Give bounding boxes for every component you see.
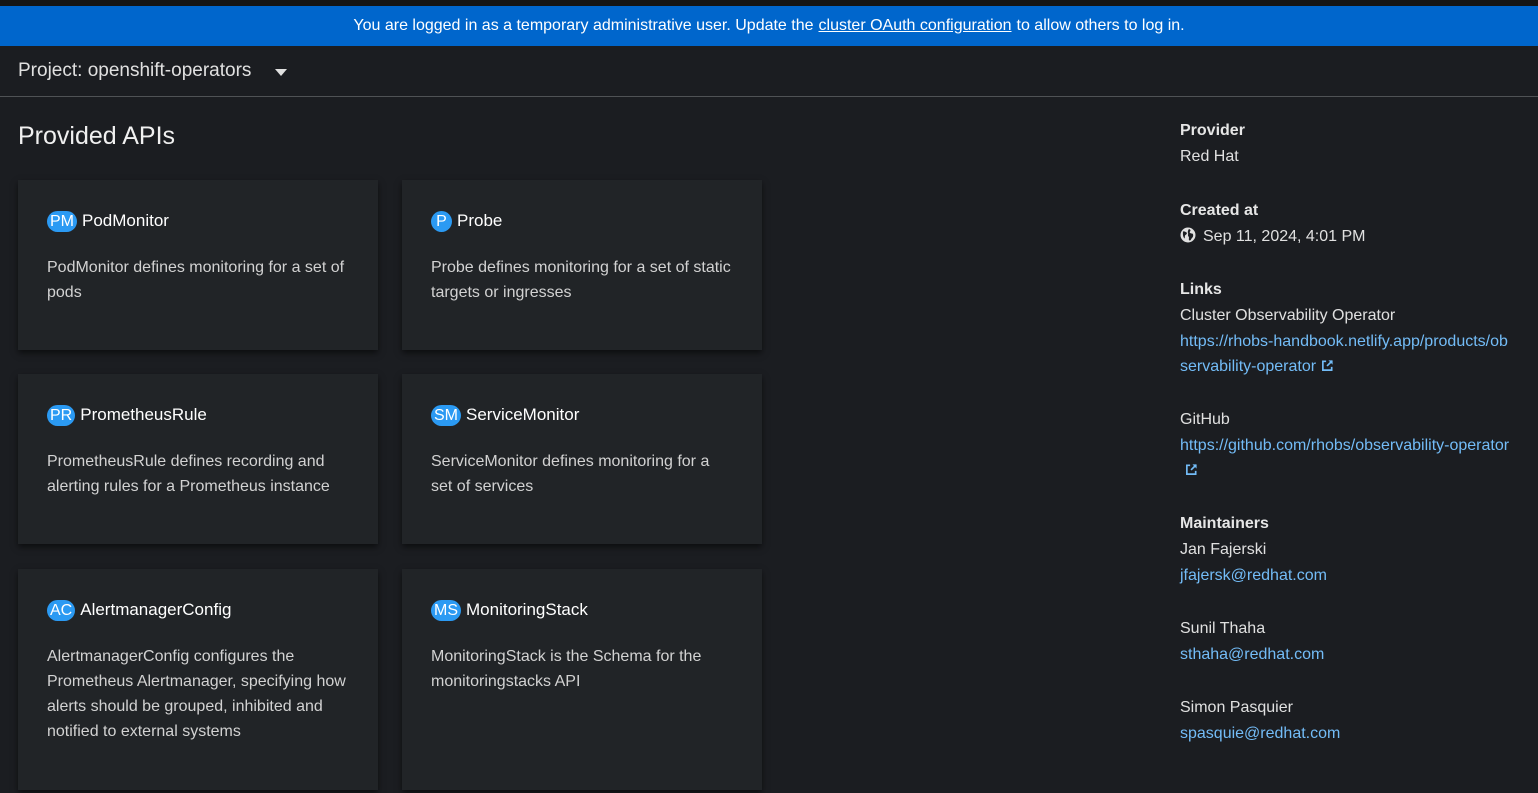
link-url-handbook[interactable]: https://rhobs-handbook.netlify.app/produ… [1180, 329, 1512, 379]
maintainer-email[interactable]: sthaha@redhat.com [1180, 642, 1324, 667]
api-description: PrometheusRule defines recording and ale… [47, 453, 330, 495]
card-title: AC AlertmanagerConfig [47, 599, 349, 621]
maintainer-email[interactable]: spasquie@redhat.com [1180, 721, 1340, 746]
project-bar: Project: openshift-operators [0, 46, 1538, 97]
maintainers-label: Maintainers [1180, 515, 1269, 532]
api-card-alertmanagerconfig[interactable]: AC AlertmanagerConfig AlertmanagerConfig… [18, 569, 378, 790]
api-name[interactable]: ServiceMonitor [466, 405, 579, 425]
api-description: PodMonitor defines monitoring for a set … [47, 259, 345, 301]
api-description: Probe defines monitoring for a set of st… [431, 259, 731, 301]
link-url-github[interactable]: https://github.com/rhobs/observability-o… [1180, 433, 1516, 483]
card-title: PR PrometheusRule [47, 404, 349, 426]
maintainer-name: Sunil Thaha [1180, 620, 1266, 637]
provider-label: Provider [1180, 122, 1245, 139]
link-url[interactable]: https://rhobs-handbook.netlify.app/produ… [1180, 333, 1508, 375]
provider-value: Red Hat [1180, 148, 1239, 165]
created-value-row: Sep 11, 2024, 4:01 PM [1180, 227, 1365, 246]
api-description: MonitoringStack is the Schema for the mo… [431, 648, 702, 690]
card-title: SM ServiceMonitor [431, 404, 733, 426]
link-name: Cluster Observability Operator [1180, 307, 1396, 324]
globe-icon [1180, 227, 1196, 243]
maintainer-email[interactable]: jfajersk@redhat.com [1180, 563, 1327, 588]
api-card-monitoringstack[interactable]: MS MonitoringStack MonitoringStack is th… [402, 569, 762, 790]
card-title: MS MonitoringStack [431, 599, 733, 621]
api-description: ServiceMonitor defines monitoring for a … [431, 453, 710, 495]
card-title: PM PodMonitor [47, 210, 349, 232]
project-dropdown[interactable]: Project: openshift-operators [18, 60, 288, 82]
oauth-config-link[interactable]: cluster OAuth configuration [819, 17, 1012, 35]
api-card-probe[interactable]: P Probe Probe defines monitoring for a s… [402, 180, 762, 350]
api-badge: MS [431, 599, 461, 621]
link-url[interactable]: https://github.com/rhobs/observability-o… [1180, 437, 1509, 454]
link-name: GitHub [1180, 411, 1230, 428]
api-badge: PM [47, 210, 77, 232]
api-name[interactable]: MonitoringStack [466, 600, 588, 620]
api-badge: SM [431, 404, 461, 426]
section-title: Provided APIs [18, 122, 176, 150]
api-description: AlertmanagerConfig configures the Promet… [47, 648, 346, 740]
api-badge: PR [47, 404, 76, 426]
api-name[interactable]: AlertmanagerConfig [80, 600, 231, 620]
api-name[interactable]: Probe [457, 211, 502, 231]
cluster-banner: You are logged in as a temporary adminis… [0, 6, 1538, 46]
created-label: Created at [1180, 202, 1259, 219]
api-card-prometheusrule[interactable]: PR PrometheusRule PrometheusRule defines… [18, 374, 378, 544]
banner-text-after: to allow others to log in. [1016, 17, 1185, 34]
external-link-icon [1186, 464, 1197, 475]
api-card-podmonitor[interactable]: PM PodMonitor PodMonitor defines monitor… [18, 180, 378, 350]
api-badge: P [431, 210, 452, 232]
card-title: P Probe [431, 210, 733, 232]
external-link-icon [1322, 360, 1333, 371]
caret-down-icon [275, 68, 288, 76]
maintainer-name: Simon Pasquier [1180, 699, 1293, 716]
api-name[interactable]: PodMonitor [82, 211, 169, 231]
links-label: Links [1180, 281, 1222, 298]
banner-text-before: You are logged in as a temporary adminis… [353, 17, 814, 34]
api-card-servicemonitor[interactable]: SM ServiceMonitor ServiceMonitor defines… [402, 374, 762, 544]
maintainer-name: Jan Fajerski [1180, 541, 1267, 558]
api-name[interactable]: PrometheusRule [80, 405, 207, 425]
created-value: Sep 11, 2024, 4:01 PM [1203, 228, 1366, 245]
api-badge: AC [47, 599, 76, 621]
project-dropdown-label: Project: openshift-operators [18, 60, 252, 81]
